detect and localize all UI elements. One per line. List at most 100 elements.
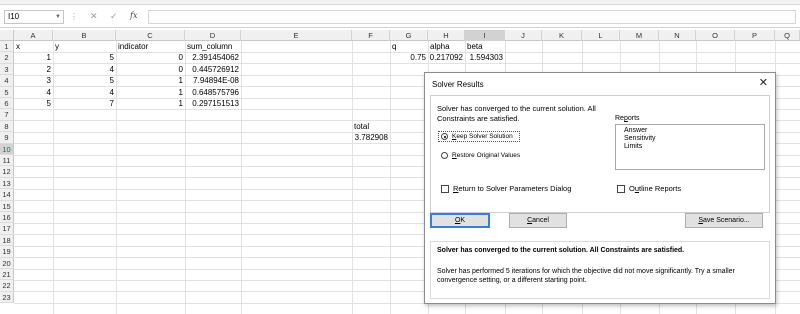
cell-x[interactable]: 2 xyxy=(14,64,53,75)
column-header-k[interactable]: K xyxy=(542,30,582,41)
column-header-b[interactable]: B xyxy=(53,30,116,41)
column-header-p[interactable]: P xyxy=(735,30,775,41)
header-cell-d[interactable]: sum_column xyxy=(185,41,241,52)
column-header-l[interactable]: L xyxy=(582,30,620,41)
row-header-17[interactable]: 17 xyxy=(0,223,14,235)
header-cell-g[interactable]: q xyxy=(390,41,428,52)
row-header-6[interactable]: 6 xyxy=(0,98,14,110)
column-header-m[interactable]: M xyxy=(620,30,659,41)
row-header-20[interactable]: 20 xyxy=(0,257,14,269)
cancel-entry-icon[interactable]: ✕ xyxy=(90,11,98,21)
column-header-e[interactable]: E xyxy=(241,30,352,41)
restore-values-radio[interactable]: Restore Original Values xyxy=(441,152,520,159)
confirm-entry-icon[interactable]: ✓ xyxy=(110,11,118,21)
return-to-solver-checkbox[interactable]: Return to Solver Parameters Dialog xyxy=(441,184,571,193)
column-header-row: ABCDEFGHIJKLMNOPQ xyxy=(0,30,800,41)
ok-button[interactable]: OK xyxy=(430,213,490,228)
report-sensitivity[interactable]: Sensitivity xyxy=(624,135,656,143)
return-to-solver-label: Return to Solver Parameters Dialog xyxy=(453,184,572,193)
cell-y[interactable]: 4 xyxy=(53,64,116,75)
row-header-1[interactable]: 1 xyxy=(0,41,14,53)
row-header-10[interactable]: 10 xyxy=(0,143,14,155)
cell-y[interactable]: 7 xyxy=(53,98,116,109)
column-header-q[interactable]: Q xyxy=(775,30,800,41)
cell-sum-column[interactable]: 0.445726912 xyxy=(185,64,241,75)
column-header-o[interactable]: O xyxy=(696,30,735,41)
outline-reports-checkbox[interactable]: Outline Reports xyxy=(617,184,681,193)
column-header-j[interactable]: J xyxy=(505,30,542,41)
cell-indicator[interactable]: 0 xyxy=(116,64,185,75)
column-header-g[interactable]: G xyxy=(390,30,428,41)
cell-indicator[interactable]: 1 xyxy=(116,75,185,86)
cell-indicator[interactable]: 1 xyxy=(116,87,185,98)
header-cell-i[interactable]: beta xyxy=(465,41,505,52)
row-header-19[interactable]: 19 xyxy=(0,246,14,258)
cancel-button[interactable]: Cancel xyxy=(509,213,567,228)
column-header-n[interactable]: N xyxy=(659,30,696,41)
cell-indicator[interactable]: 0 xyxy=(116,52,185,63)
header-cell-c[interactable]: indicator xyxy=(116,41,185,52)
status-title: Solver has converged to the current solu… xyxy=(437,247,685,254)
formula-bar-grip: ⋮ xyxy=(70,12,78,21)
status-panel: Solver has converged to the current solu… xyxy=(430,241,770,299)
chevron-down-icon[interactable]: ▼ xyxy=(55,11,61,23)
cell-total-value[interactable]: 3.782908 xyxy=(352,132,390,143)
cell-q-value[interactable]: 0.75 xyxy=(390,52,428,63)
row-header-12[interactable]: 12 xyxy=(0,166,14,178)
row-header-14[interactable]: 14 xyxy=(0,189,14,201)
cell-x[interactable]: 4 xyxy=(14,87,53,98)
checkbox-unchecked-icon xyxy=(617,184,625,193)
close-icon[interactable]: ✕ xyxy=(759,76,768,90)
column-header-f[interactable]: F xyxy=(352,30,390,41)
header-cell-a[interactable]: x xyxy=(14,41,53,52)
header-cell-b[interactable]: y xyxy=(53,41,116,52)
cell-alpha-value[interactable]: 0.217092 xyxy=(428,52,465,63)
column-header-c[interactable]: C xyxy=(116,30,185,41)
column-header-d[interactable]: D xyxy=(185,30,241,41)
cell-sum-column[interactable]: 7.94894E-08 xyxy=(185,75,241,86)
keep-solution-radio[interactable]: Keep Solver Solution xyxy=(441,133,513,140)
row-header-8[interactable]: 8 xyxy=(0,120,14,133)
cell-sum-column[interactable]: 0.297151513 xyxy=(185,98,241,109)
cell-y[interactable]: 5 xyxy=(53,75,116,86)
column-header-i[interactable]: I xyxy=(465,30,505,41)
cell-indicator[interactable]: 1 xyxy=(116,98,185,109)
cell-x[interactable]: 1 xyxy=(14,52,53,63)
select-all-corner[interactable] xyxy=(0,30,14,41)
cell-y[interactable]: 5 xyxy=(53,52,116,63)
row-header-11[interactable]: 11 xyxy=(0,155,14,167)
row-header-16[interactable]: 16 xyxy=(0,212,14,224)
formula-input[interactable] xyxy=(148,10,796,24)
reports-listbox[interactable]: Answer Sensitivity Limits xyxy=(615,124,765,170)
cell-sum-column[interactable]: 2.391454062 xyxy=(185,52,241,63)
row-header-15[interactable]: 15 xyxy=(0,200,14,212)
row-header-21[interactable]: 21 xyxy=(0,269,14,281)
save-scenario-button[interactable]: Save Scenario... xyxy=(685,213,763,228)
column-header-h[interactable]: H xyxy=(428,30,465,41)
header-cell-h[interactable]: alpha xyxy=(428,41,465,52)
name-box[interactable]: I10 ▼ xyxy=(4,10,64,24)
cell-total-label[interactable]: total xyxy=(352,121,390,132)
row-header-4[interactable]: 4 xyxy=(0,75,14,87)
checkbox-unchecked-icon xyxy=(441,184,449,193)
dialog-title: Solver Results xyxy=(432,80,484,89)
row-header-5[interactable]: 5 xyxy=(0,86,14,98)
row-header-22[interactable]: 22 xyxy=(0,280,14,292)
report-answer[interactable]: Answer xyxy=(624,127,647,135)
cell-beta-value[interactable]: 1.594303 xyxy=(465,52,505,63)
row-header-23[interactable]: 23 xyxy=(0,291,14,304)
row-header-13[interactable]: 13 xyxy=(0,177,14,190)
report-limits[interactable]: Limits xyxy=(624,143,642,151)
options-panel: Solver has converged to the current solu… xyxy=(430,95,770,213)
cell-x[interactable]: 3 xyxy=(14,75,53,86)
row-header-2[interactable]: 2 xyxy=(0,52,14,64)
insert-function-icon[interactable]: fx xyxy=(130,11,137,20)
row-header-7[interactable]: 7 xyxy=(0,109,14,121)
row-header-9[interactable]: 9 xyxy=(0,132,14,144)
cell-sum-column[interactable]: 0.648575796 xyxy=(185,87,241,98)
column-header-a[interactable]: A xyxy=(14,30,53,41)
cell-y[interactable]: 4 xyxy=(53,87,116,98)
row-header-3[interactable]: 3 xyxy=(0,63,14,76)
row-header-18[interactable]: 18 xyxy=(0,234,14,247)
cell-x[interactable]: 5 xyxy=(14,98,53,109)
